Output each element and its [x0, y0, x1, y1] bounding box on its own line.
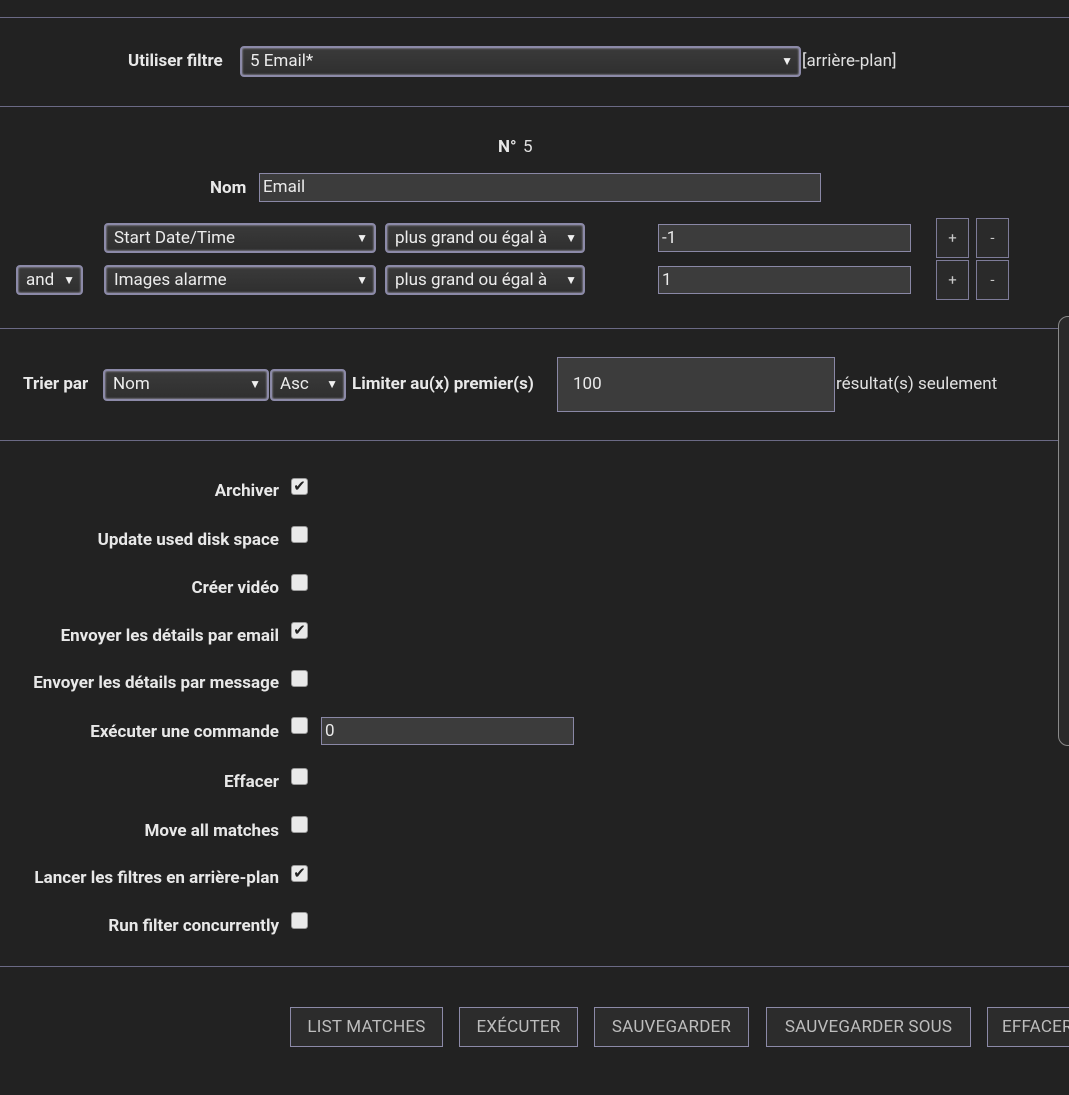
term-2-conjunction-value: and	[26, 270, 55, 290]
term-1-attribute-value: Start Date/Time	[114, 228, 236, 248]
term-1-attribute-select[interactable]: Start Date/Time ▼	[104, 223, 376, 253]
filter-select[interactable]: 5 Email* ▼	[240, 46, 801, 77]
term-2-add-button[interactable]: +	[936, 260, 969, 300]
term-1-add-button[interactable]: +	[936, 218, 969, 258]
divider-sort	[0, 440, 1069, 441]
option-label: Effacer	[224, 772, 279, 792]
term-2-remove-button[interactable]: -	[976, 260, 1009, 300]
concurrent-checkbox[interactable]	[291, 912, 308, 929]
chevron-down-icon: ▼	[249, 377, 261, 391]
delete-button[interactable]: EFFACER	[987, 1007, 1069, 1047]
sort-direction-value: Asc	[280, 374, 309, 394]
chevron-down-icon: ▼	[565, 231, 577, 245]
list-matches-button[interactable]: LIST MATCHES	[290, 1007, 443, 1047]
archive-checkbox[interactable]: ✔	[291, 478, 308, 495]
filter-number: 5	[523, 137, 533, 157]
create-video-checkbox[interactable]	[291, 574, 308, 591]
term-2-value-input[interactable]: 1	[658, 266, 911, 294]
delete-checkbox[interactable]	[291, 768, 308, 785]
term-1-operator-select[interactable]: plus grand ou égal à ▼	[385, 223, 585, 253]
option-label: Archiver	[214, 481, 279, 501]
limit-suffix: résultat(s) seulement	[836, 374, 998, 394]
sort-field-value: Nom	[113, 374, 150, 394]
sort-by-label: Trier par	[23, 374, 89, 394]
name-input[interactable]: Email	[259, 173, 821, 202]
limit-label: Limiter au(x) premier(s)	[352, 374, 534, 394]
term-2-conjunction-select[interactable]: and ▼	[16, 265, 83, 295]
use-filter-label: Utiliser filtre	[128, 51, 223, 71]
term-1-operator-value: plus grand ou égal à	[395, 228, 548, 248]
command-input[interactable]: 0	[321, 717, 574, 745]
chevron-down-icon: ▼	[326, 377, 338, 391]
chevron-down-icon: ▼	[565, 273, 577, 287]
term-1-remove-button[interactable]: -	[976, 218, 1009, 258]
option-label: Run filter concurrently	[108, 916, 279, 936]
term-2-operator-value: plus grand ou égal à	[395, 270, 548, 290]
move-matches-checkbox[interactable]	[291, 816, 308, 833]
update-disk-space-checkbox[interactable]	[291, 526, 308, 543]
sort-field-select[interactable]: Nom ▼	[103, 369, 269, 401]
divider-top	[0, 17, 1069, 18]
option-label: Move all matches	[144, 821, 279, 841]
term-2-attribute-value: Images alarme	[114, 270, 227, 290]
execute-command-checkbox[interactable]	[291, 717, 308, 734]
chevron-down-icon: ▼	[781, 54, 793, 68]
name-label: Nom	[210, 178, 247, 198]
filter-select-value: 5 Email*	[250, 51, 314, 71]
chevron-down-icon: ▼	[356, 231, 368, 245]
option-label: Envoyer les détails par message	[33, 673, 279, 693]
divider-actions	[0, 966, 1069, 967]
limit-input[interactable]: 100	[557, 357, 835, 412]
term-2-operator-select[interactable]: plus grand ou égal à ▼	[385, 265, 585, 295]
email-checkbox[interactable]: ✔	[291, 622, 308, 639]
message-checkbox[interactable]	[291, 670, 308, 687]
execute-button[interactable]: EXÉCUTER	[459, 1007, 578, 1047]
scrollbar[interactable]	[1058, 316, 1069, 746]
divider-filter	[0, 106, 1069, 107]
background-note: [arrière-plan]	[802, 51, 897, 71]
option-label: Exécuter une commande	[90, 722, 279, 742]
option-label: Update used disk space	[97, 530, 279, 550]
option-label: Créer vidéo	[191, 578, 279, 598]
term-2-attribute-select[interactable]: Images alarme ▼	[104, 265, 376, 295]
save-button[interactable]: SAUVEGARDER	[594, 1007, 749, 1047]
term-1-value-input[interactable]: -1	[658, 224, 911, 252]
filter-number-label: N°	[498, 137, 517, 157]
chevron-down-icon: ▼	[63, 273, 75, 287]
background-checkbox[interactable]: ✔	[291, 865, 308, 882]
option-label: Envoyer les détails par email	[60, 626, 279, 646]
option-label: Lancer les filtres en arrière-plan	[34, 868, 279, 888]
save-as-button[interactable]: SAUVEGARDER SOUS	[766, 1007, 971, 1047]
chevron-down-icon: ▼	[356, 273, 368, 287]
divider-terms	[0, 328, 1069, 329]
sort-direction-select[interactable]: Asc ▼	[270, 369, 346, 401]
